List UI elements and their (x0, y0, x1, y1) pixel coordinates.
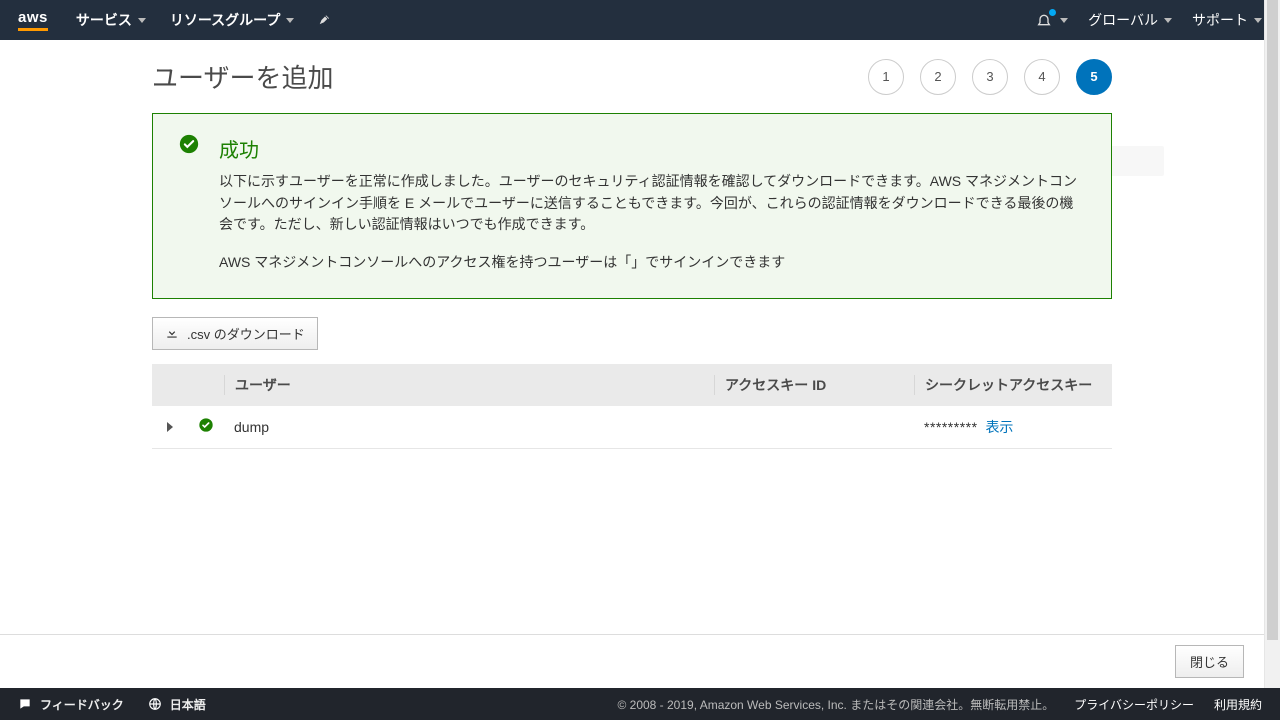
global-header: aws サービス リソースグループ グローバル サポート (0, 0, 1280, 40)
step-5[interactable]: 5 (1076, 59, 1112, 95)
nav-resource-groups-label: リソースグループ (170, 10, 280, 30)
download-icon (165, 326, 179, 340)
step-4[interactable]: 4 (1024, 59, 1060, 95)
caret-down-icon (1254, 18, 1262, 23)
nav-services-label: サービス (76, 10, 132, 30)
col-user: ユーザー (224, 375, 714, 395)
feedback-label: フィードバック (40, 696, 124, 713)
pin-icon (318, 13, 332, 27)
region-label: グローバル (1088, 10, 1158, 30)
privacy-link[interactable]: プライバシーポリシー (1074, 696, 1194, 713)
aws-logo[interactable]: aws (18, 9, 48, 31)
scrollbar[interactable] (1264, 0, 1280, 688)
caret-down-icon (286, 18, 294, 23)
terms-link[interactable]: 利用規約 (1214, 696, 1262, 713)
success-title: 成功 (219, 134, 1087, 163)
support-label: サポート (1192, 10, 1248, 30)
feedback-link[interactable]: フィードバック (18, 696, 124, 713)
globe-icon (148, 697, 162, 711)
language-selector[interactable]: 日本語 (148, 696, 206, 713)
col-access-key-id: アクセスキー ID (714, 375, 914, 395)
download-csv-label: .csv のダウンロード (187, 324, 305, 343)
col-secret-key: シークレットアクセスキー (914, 375, 1112, 395)
row-status-icon (188, 417, 224, 436)
language-label: 日本語 (170, 696, 206, 713)
caret-down-icon (138, 18, 146, 23)
table-row: dump ********* 表示 (152, 406, 1112, 448)
notification-dot-icon (1049, 9, 1056, 16)
success-body-2: AWS マネジメントコンソールへのアクセス権を持つユーザーは「」でサインインでき… (219, 252, 1087, 274)
users-table: ユーザー アクセスキー ID シークレットアクセスキー (152, 364, 1112, 449)
nav-services[interactable]: サービス (76, 10, 146, 30)
close-button[interactable]: 閉じる (1175, 645, 1244, 678)
caret-right-icon (167, 422, 173, 432)
nav-resource-groups[interactable]: リソースグループ (170, 10, 294, 30)
speech-bubble-icon (18, 697, 32, 711)
main-region: ユーザーを追加 1 2 3 4 5 成功 以下に示すユーザーを正常に作成しました… (0, 40, 1264, 622)
show-secret-link[interactable]: 表示 (985, 419, 1013, 435)
scrollbar-thumb[interactable] (1267, 0, 1278, 640)
step-indicator: 1 2 3 4 5 (868, 59, 1112, 95)
action-bar: 閉じる (0, 634, 1264, 688)
page-title: ユーザーを追加 (152, 58, 333, 95)
global-footer: フィードバック 日本語 © 2008 - 2019, Amazon Web Se… (0, 688, 1280, 720)
row-user: dump (224, 419, 714, 435)
copyright: © 2008 - 2019, Amazon Web Services, Inc.… (617, 696, 1054, 713)
step-3[interactable]: 3 (972, 59, 1008, 95)
expand-row[interactable] (152, 419, 188, 435)
row-secret-mask: ********* (924, 419, 978, 435)
success-check-icon (179, 134, 199, 157)
support-dropdown[interactable]: サポート (1192, 10, 1262, 30)
success-panel: 成功 以下に示すユーザーを正常に作成しました。ユーザーのセキュリティ認証情報を確… (152, 113, 1112, 299)
nav-pin[interactable] (318, 13, 332, 27)
step-2[interactable]: 2 (920, 59, 956, 95)
notifications[interactable] (1036, 12, 1068, 28)
download-csv-button[interactable]: .csv のダウンロード (152, 317, 318, 350)
caret-down-icon (1060, 18, 1068, 23)
region-dropdown[interactable]: グローバル (1088, 10, 1172, 30)
caret-down-icon (1164, 18, 1172, 23)
success-body-1: 以下に示すユーザーを正常に作成しました。ユーザーのセキュリティ認証情報を確認して… (219, 171, 1087, 236)
step-1[interactable]: 1 (868, 59, 904, 95)
